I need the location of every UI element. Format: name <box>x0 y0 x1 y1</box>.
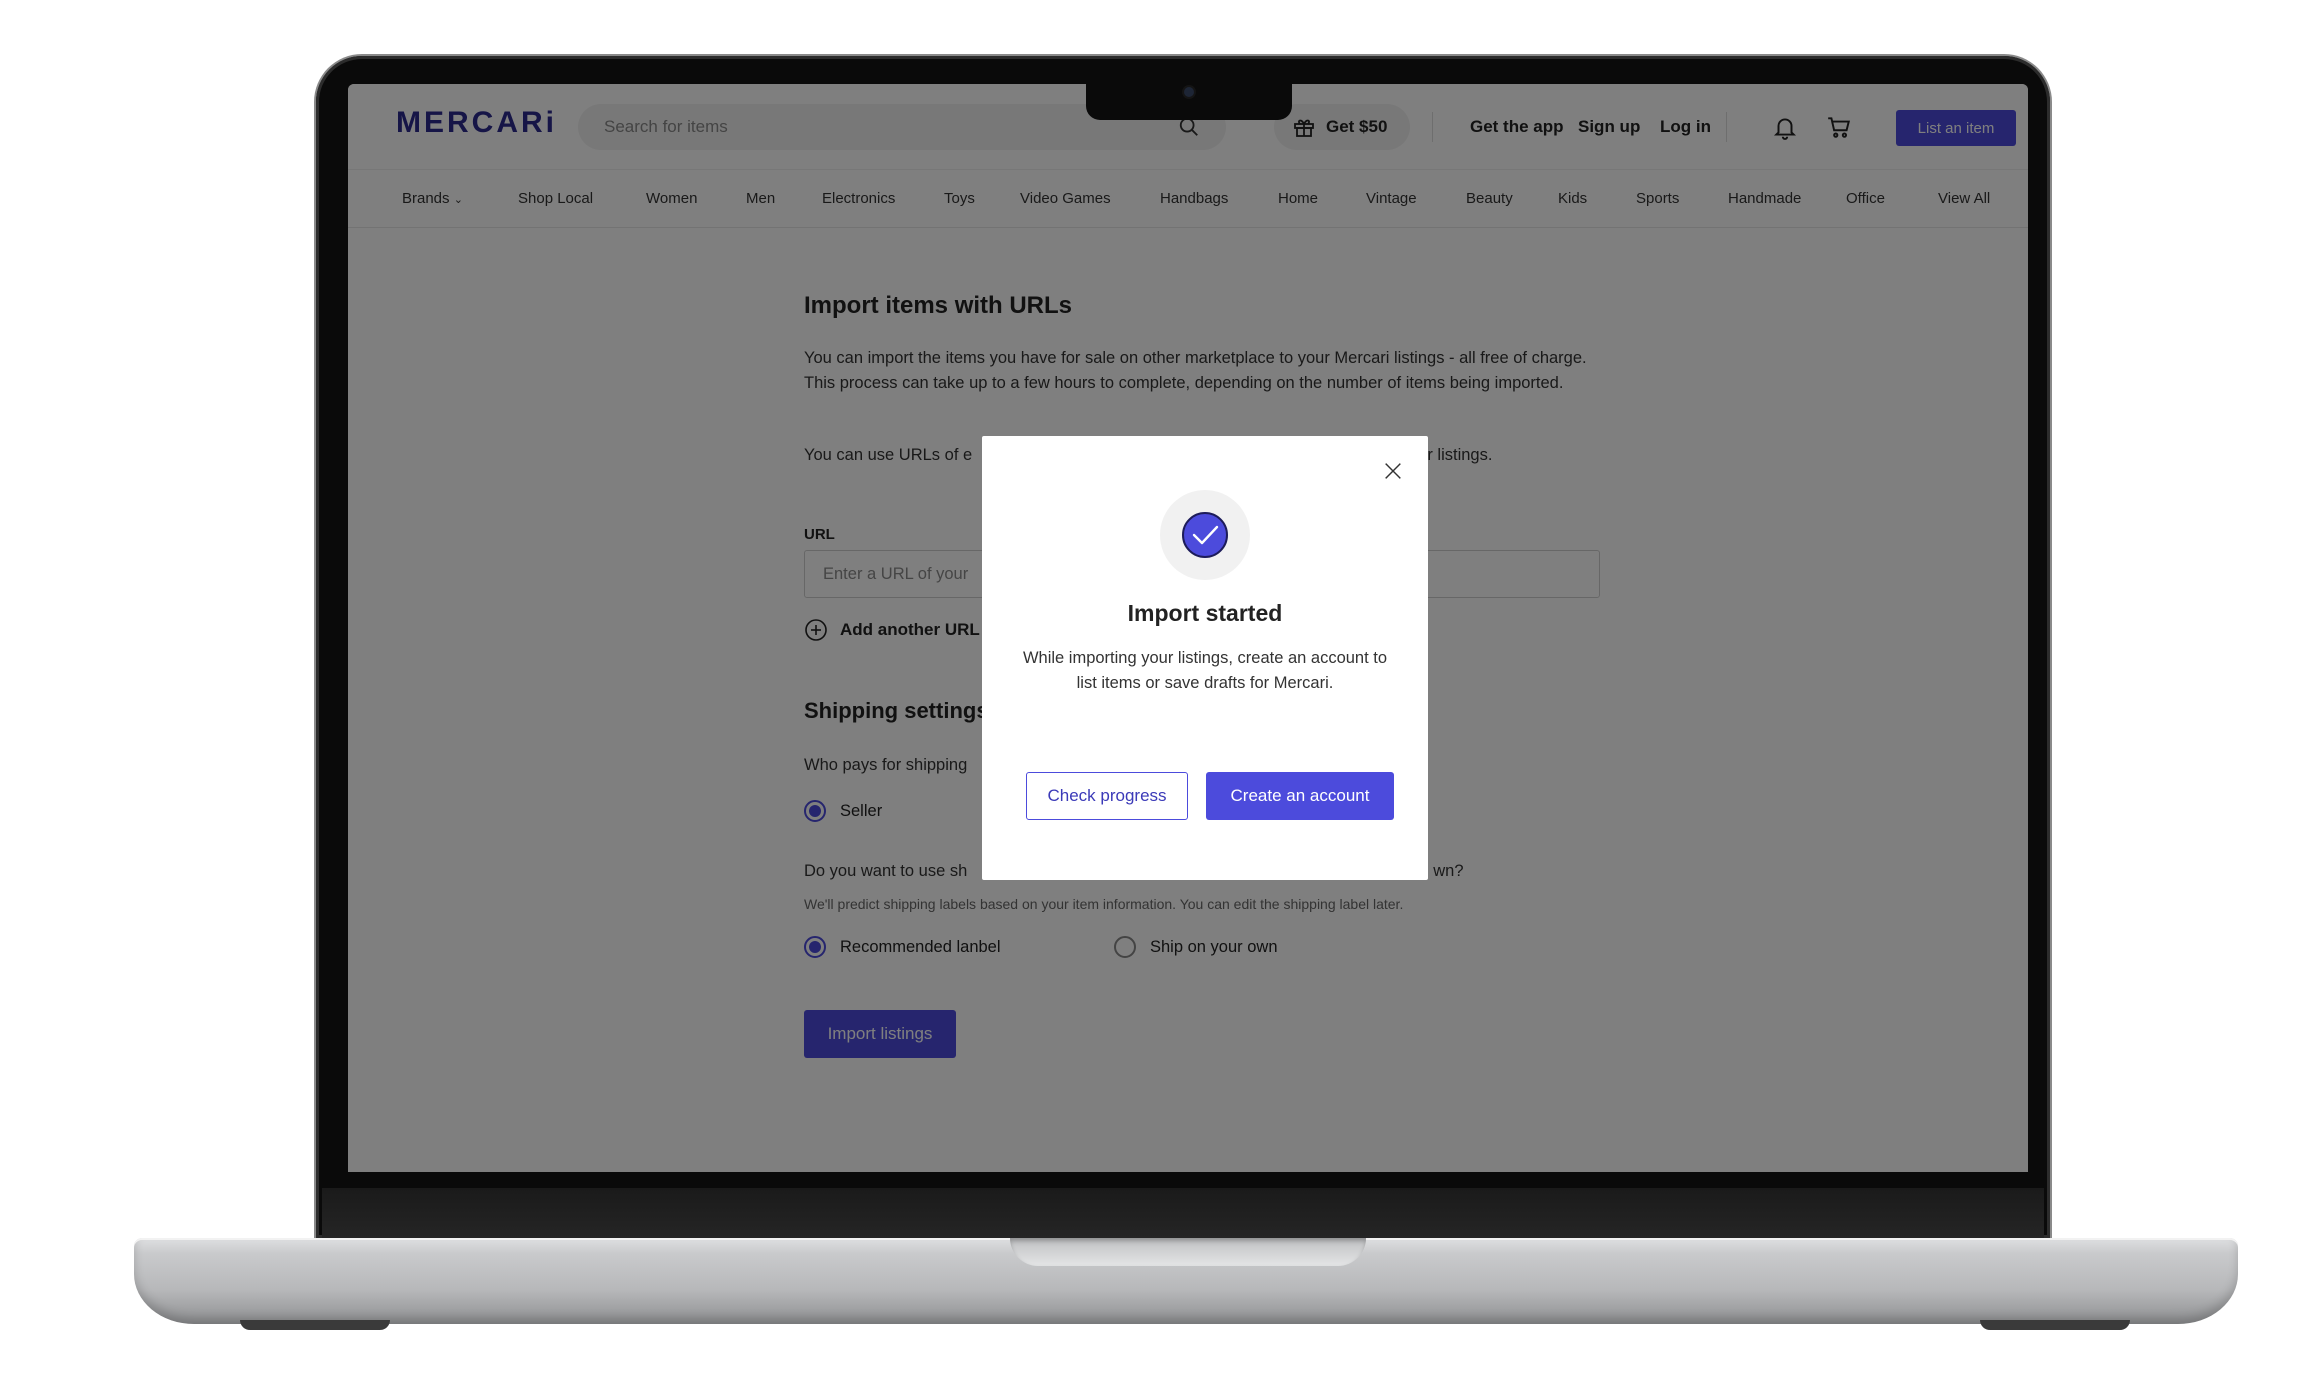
status-badge <box>1160 490 1250 580</box>
import-started-dialog: Import started While importing your list… <box>982 436 1428 880</box>
check-circle-icon <box>1182 512 1228 558</box>
dialog-title: Import started <box>1127 600 1283 626</box>
laptop-bezel <box>322 1188 2044 1242</box>
camera-icon <box>1184 87 1194 97</box>
laptop-foot <box>1980 1320 2130 1330</box>
screen: MERCARi Get $50 Get the app Sign up Log … <box>348 84 2028 1172</box>
check-progress-button[interactable]: Check progress <box>1026 772 1188 820</box>
close-icon[interactable] <box>1382 460 1404 482</box>
dialog-message: While importing your listings, create an… <box>1022 649 1388 692</box>
laptop-base-groove <box>1010 1238 1366 1266</box>
create-account-button[interactable]: Create an account <box>1206 772 1394 820</box>
laptop-foot <box>240 1320 390 1330</box>
